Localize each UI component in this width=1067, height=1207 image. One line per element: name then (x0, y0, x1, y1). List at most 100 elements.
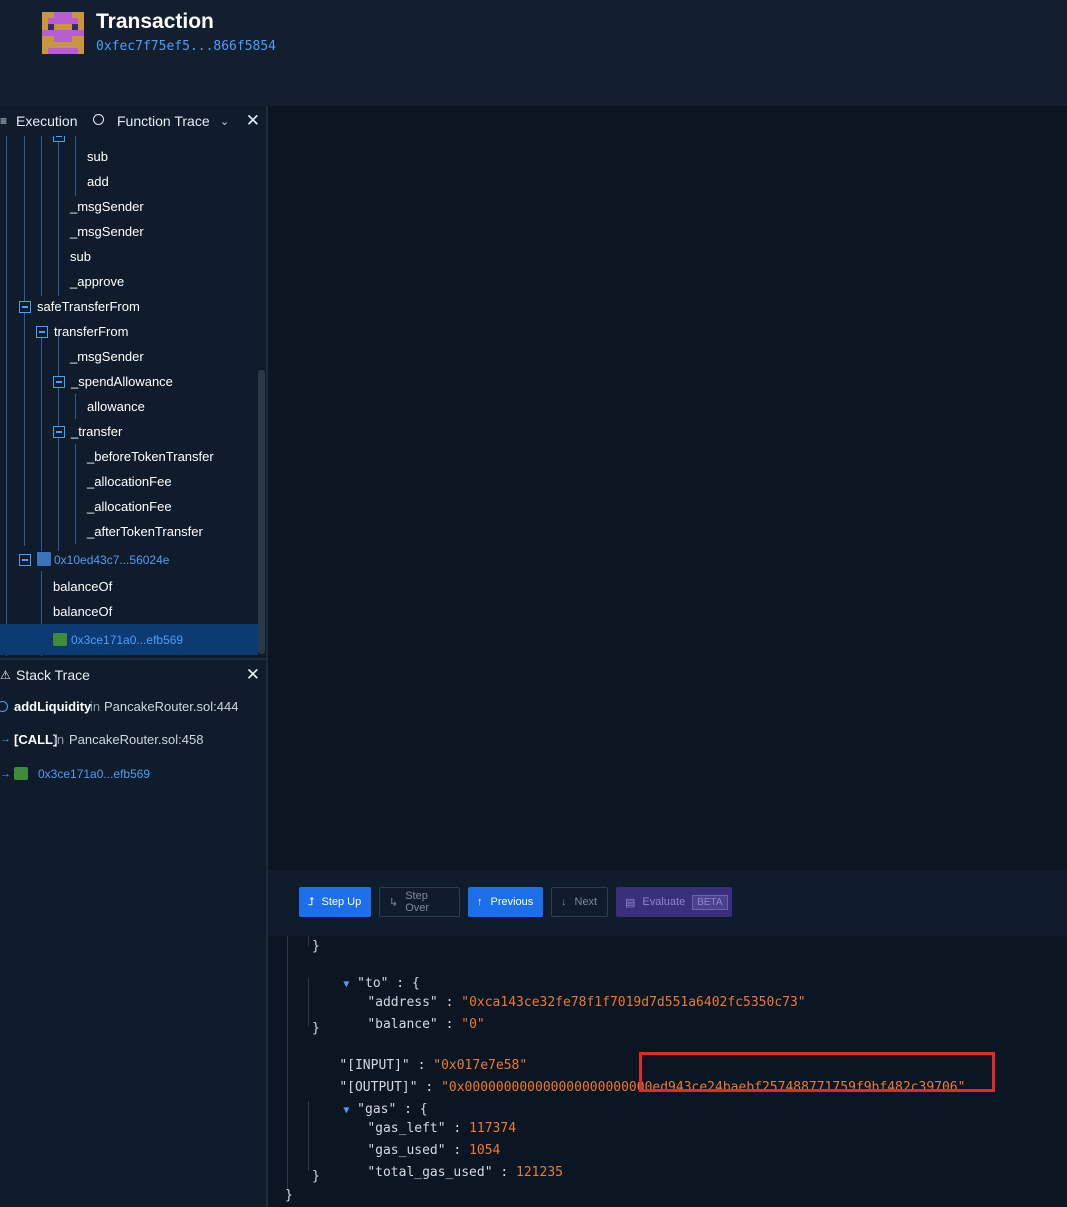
trace-item[interactable]: _allocationFee (0, 494, 258, 519)
frame-function: [CALL] (14, 731, 58, 747)
trace-item-label: _msgSender (70, 349, 144, 364)
evaluate-icon: ▤ (625, 896, 636, 909)
arrow-right-icon: → (0, 768, 11, 780)
trace-item-label: _msgSender (70, 224, 144, 239)
step-up-label: Step Up (321, 896, 362, 908)
tab-execution[interactable]: Execution (16, 113, 77, 129)
trace-item-label: allowance (87, 399, 145, 414)
json-balance-row: "balance" : "0" (367, 1017, 485, 1032)
arrow-right-icon: → (0, 733, 11, 745)
step-up-icon: ⮥ (308, 895, 315, 908)
evaluate-label: Evaluate (642, 896, 686, 908)
transaction-header: Transaction 0xfec7f75ef5...866f5854 (0, 0, 1067, 106)
contract-avatar-icon (53, 633, 67, 646)
function-trace-tree: sub add _msgSender _msgSender sub _appro… (0, 136, 258, 656)
warning-icon: ⚠ (0, 668, 11, 682)
trace-item-label: _allocationFee (87, 499, 172, 514)
transaction-hash-link[interactable]: 0xfec7f75ef5...866f5854 (96, 39, 276, 54)
frame-in-label: in (54, 731, 65, 747)
frame-function: addLiquidity (14, 698, 92, 714)
trace-item-label: _approve (70, 274, 125, 289)
trace-item[interactable]: _approve (0, 269, 258, 294)
collapse-toggle-icon[interactable] (53, 136, 65, 142)
tab-function-trace[interactable]: Function Trace (117, 113, 210, 129)
stack-frame[interactable]: addLiquidity in PancakeRouter.sol:444 (0, 694, 266, 718)
collapse-toggle-icon[interactable] (53, 376, 65, 388)
debugger-toolbar: ⮥ Step Up ↳ Step Over ↑ Previous ↓ Next ▤ Eva… (268, 870, 1067, 936)
tree-scrollbar[interactable] (258, 370, 265, 654)
trace-item-label: _afterTokenTransfer (87, 524, 203, 539)
step-over-label: Step Over (405, 890, 430, 914)
trace-item-label: _spendAllowance (71, 374, 173, 389)
json-guide (287, 936, 288, 1191)
frame-location: PancakeRouter.sol:444 (104, 698, 239, 714)
frame-in-label: in (90, 698, 101, 714)
trace-item[interactable]: sub (0, 244, 258, 269)
trace-item[interactable]: balanceOf (0, 599, 258, 624)
trace-item[interactable]: _afterTokenTransfer (0, 519, 258, 544)
trace-item[interactable]: _spendAllowance (0, 369, 258, 394)
collapse-toggle-icon[interactable] (19, 301, 31, 313)
trace-item[interactable]: _beforeTokenTransfer (0, 444, 258, 469)
json-key: "balance" (367, 1017, 438, 1032)
json-guide (308, 1101, 309, 1171)
trace-item-label: 0x10ed43c7...56024e (54, 552, 170, 567)
arrow-down-icon: ↓ (561, 896, 567, 908)
collapse-toggle-icon[interactable] (53, 426, 65, 438)
trace-item-label: _msgSender (70, 199, 144, 214)
json-brace: } (312, 939, 320, 954)
trace-item[interactable]: transferFrom (0, 319, 258, 344)
contract-avatar-icon (14, 767, 28, 780)
stack-frame[interactable]: → 0x3ce171a0...efb569 (0, 762, 266, 786)
collapse-toggle-icon[interactable] (36, 326, 48, 338)
collapse-toggle-icon[interactable] (19, 554, 31, 566)
frame-contract-link[interactable]: 0x3ce171a0...efb569 (38, 767, 150, 781)
trace-item[interactable]: _msgSender (0, 344, 258, 369)
step-over-button[interactable]: ↳ Step Over (379, 887, 460, 917)
function-trace-icon (93, 114, 104, 125)
next-label: Next (574, 896, 598, 908)
menu-icon[interactable]: ≡ (0, 114, 7, 128)
trace-item[interactable]: _msgSender (0, 194, 258, 219)
json-value: 121235 (516, 1165, 563, 1180)
trace-item-label: balanceOf (53, 579, 113, 594)
chevron-down-icon[interactable]: ⌄ (220, 115, 229, 128)
previous-button[interactable]: ↑ Previous (468, 887, 543, 917)
contract-building-icon (37, 552, 51, 566)
trace-item[interactable]: _msgSender (0, 219, 258, 244)
evaluate-button[interactable]: ▤ Evaluate BETA (616, 887, 732, 917)
json-guide (308, 978, 309, 1026)
trace-item-contract[interactable]: 0x10ed43c7...56024e (0, 547, 258, 572)
trace-item-selected[interactable]: 0x3ce171a0...efb569 (0, 624, 258, 655)
close-icon[interactable]: ✕ (246, 665, 260, 685)
trace-tabbar: ≡ Execution Function Trace ⌄ ✕ (0, 106, 266, 136)
frame-circle-icon (0, 700, 8, 712)
stack-trace-title: Stack Trace (16, 667, 90, 683)
trace-item[interactable]: balanceOf (0, 574, 258, 599)
trace-item-label: sub (87, 149, 108, 164)
json-value: "0xca143ce32fe78f1f7019d7d551a6402fc5350… (461, 995, 806, 1010)
stack-frame[interactable]: → [CALL] in PancakeRouter.sol:458 (0, 727, 266, 751)
trace-item-label: _allocationFee (87, 474, 172, 489)
next-button[interactable]: ↓ Next (551, 887, 608, 917)
json-key: "total_gas_used" (367, 1165, 493, 1180)
close-icon[interactable]: ✕ (246, 111, 260, 131)
trace-item-label: balanceOf (53, 604, 113, 619)
trace-item[interactable]: safeTransferFrom (0, 294, 258, 319)
trace-item[interactable]: _transfer (0, 419, 258, 444)
trace-item[interactable]: _allocationFee (0, 469, 258, 494)
json-brace: } (312, 1169, 320, 1184)
page-title: Transaction (96, 10, 214, 33)
json-brace: } (285, 1188, 293, 1203)
output-highlight-box (639, 1052, 995, 1092)
json-guide (308, 936, 309, 946)
transaction-avatar-icon (42, 12, 84, 54)
trace-item[interactable]: sub (0, 144, 258, 169)
previous-label: Previous (490, 896, 534, 908)
trace-item[interactable]: allowance (0, 394, 258, 419)
trace-item-label: sub (70, 249, 91, 264)
trace-item[interactable]: add (0, 169, 258, 194)
step-up-button[interactable]: ⮥ Step Up (299, 887, 371, 917)
trace-item-label: add (87, 174, 109, 189)
trace-item-label: safeTransferFrom (37, 299, 140, 314)
